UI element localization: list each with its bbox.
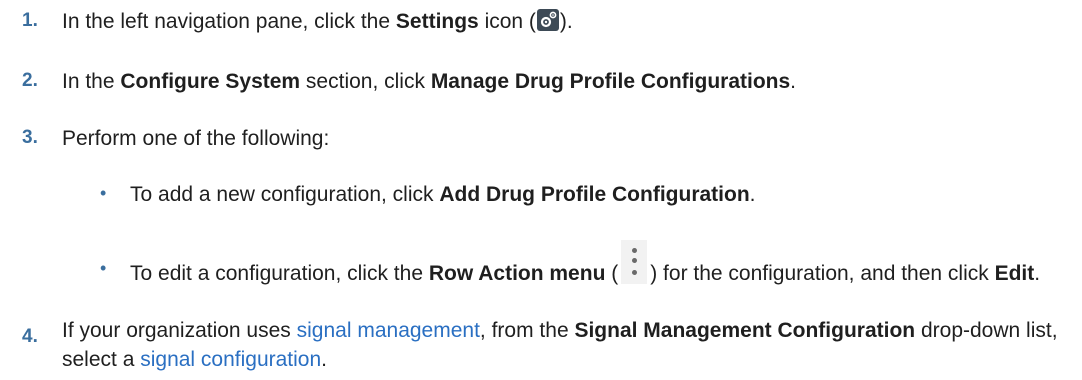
signal-management-config-label: Signal Management Configuration (574, 319, 916, 342)
option-text: To edit a configuration, click the Row A… (130, 240, 1068, 289)
step-text: In the left navigation pane, click the S… (62, 9, 573, 33)
gear-icon (536, 9, 559, 31)
configure-system-label: Configure System (120, 70, 301, 93)
step-number: 2. (22, 70, 38, 91)
step-text: Perform one of the following: (62, 127, 330, 150)
kebab-icon (621, 240, 648, 284)
step-number: 4. (22, 326, 38, 347)
step-text: If your organization uses signal managem… (62, 319, 1058, 371)
step-number: 1. (22, 10, 38, 31)
edit-label: Edit (994, 262, 1035, 285)
signal-management-link[interactable]: signal management (297, 319, 480, 342)
settings-label: Settings (395, 10, 479, 33)
signal-configuration-link[interactable]: signal configuration (140, 348, 321, 371)
option-text: To add a new configuration, click Add Dr… (130, 183, 756, 206)
add-drug-profile-label: Add Drug Profile Configuration (439, 183, 750, 206)
row-action-menu-label: Row Action menu (428, 262, 606, 285)
manage-drug-profile-label: Manage Drug Profile Configurations (430, 70, 791, 93)
bullet: • (100, 258, 107, 278)
step-text: In the Configure System section, click M… (62, 70, 797, 93)
bullet: • (100, 183, 107, 203)
step-number: 3. (22, 127, 38, 148)
